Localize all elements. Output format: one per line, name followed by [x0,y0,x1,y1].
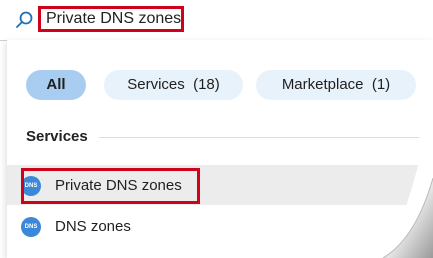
result-label-dns-zones[interactable]: DNS zones [55,218,131,236]
filter-marketplace-pill[interactable]: Marketplace (1) [256,70,416,100]
search-icon [16,11,33,28]
dns-zone-icon: DNS [21,217,41,237]
services-section-heading: Services [26,128,88,145]
search-input[interactable] [38,6,184,32]
filter-all-pill[interactable]: All [26,70,86,100]
page-curl-decoration [382,108,433,258]
screen: All Services (18) Marketplace (1) Servic… [0,0,433,258]
section-divider [99,137,419,138]
filter-services-pill[interactable]: Services (18) [104,70,243,100]
highlight-box [21,168,200,204]
search-bar [0,0,433,41]
